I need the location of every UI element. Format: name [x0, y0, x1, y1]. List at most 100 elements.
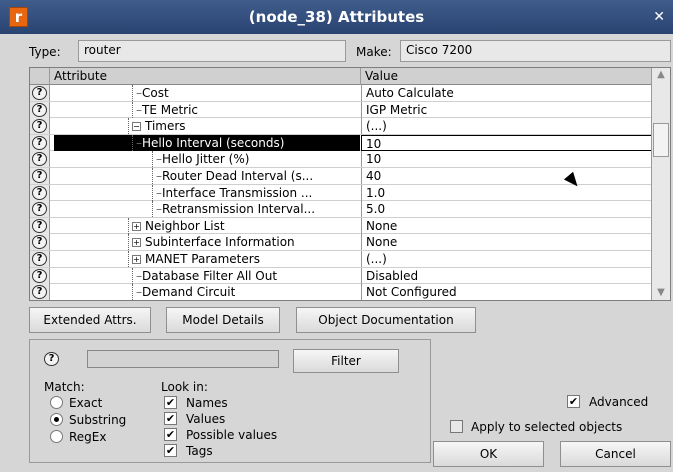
value-column-header[interactable]: Value	[361, 68, 652, 85]
attribute-value-cell[interactable]: None	[361, 217, 652, 234]
attribute-name: Cost	[142, 86, 169, 100]
help-icon[interactable]: ?	[32, 119, 47, 134]
attribute-name-cell[interactable]: –TE Metric	[136, 102, 198, 118]
attribute-value-cell[interactable]: Auto Calculate	[361, 85, 652, 101]
attribute-value-cell[interactable]: 1.0	[361, 184, 652, 201]
table-row[interactable]: ? –Demand Circuit Not Configured	[30, 284, 652, 300]
attribute-value-cell[interactable]: Disabled	[361, 267, 652, 284]
attribute-value-cell[interactable]: 10	[361, 134, 652, 151]
find-help-icon[interactable]: ?	[44, 352, 59, 366]
match-regex-radio[interactable]	[50, 430, 63, 443]
cancel-button[interactable]: Cancel	[560, 441, 671, 467]
apply-selected-checkbox[interactable]	[450, 420, 463, 433]
search-input[interactable]	[87, 350, 279, 368]
close-icon[interactable]: ✕	[653, 9, 665, 25]
tree-connector	[152, 151, 153, 168]
make-label: Make:	[356, 45, 392, 59]
attribute-name-cell[interactable]: − Timers	[132, 118, 186, 134]
attribute-name-cell[interactable]: –Router Dead Interval (s...	[156, 168, 313, 184]
collapse-icon[interactable]: −	[132, 122, 141, 132]
table-row[interactable]: ? –Hello Interval (seconds) 10	[30, 134, 652, 152]
scroll-thumb[interactable]	[653, 123, 669, 157]
help-icon[interactable]: ?	[32, 185, 47, 200]
table-row[interactable]: ? –Router Dead Interval (s... 40	[30, 168, 652, 185]
tree-connector	[132, 134, 133, 151]
look-in-possible-values-label[interactable]: Possible values	[186, 428, 277, 442]
expand-icon[interactable]: +	[132, 221, 141, 231]
look-in-possible-values-checkbox[interactable]: ✔	[164, 428, 177, 441]
attribute-name-cell[interactable]: + MANET Parameters	[132, 251, 260, 267]
attribute-name-cell[interactable]: –Hello Interval (seconds)	[136, 135, 284, 151]
expand-icon[interactable]: +	[132, 238, 141, 248]
help-icon[interactable]: ?	[32, 218, 47, 233]
attribute-value-cell[interactable]: IGP Metric	[361, 101, 652, 118]
attribute-name-cell[interactable]: –Database Filter All Out	[136, 268, 277, 284]
attribute-name-cell[interactable]: + Neighbor List	[132, 218, 225, 234]
expand-icon[interactable]: +	[132, 255, 141, 264]
match-exact-radio[interactable]	[50, 396, 63, 409]
row-help-cell: ?	[30, 101, 50, 118]
table-row[interactable]: ? − Timers (...)	[30, 118, 652, 135]
ok-button[interactable]: OK	[433, 441, 544, 467]
attribute-name-cell[interactable]: –Hello Jitter (%)	[156, 151, 249, 167]
look-in-names-label[interactable]: Names	[186, 396, 228, 410]
help-icon[interactable]: ?	[32, 235, 47, 250]
attribute-value-cell[interactable]: Not Configured	[361, 284, 652, 300]
table-row[interactable]: ? –TE Metric IGP Metric	[30, 101, 652, 119]
help-icon[interactable]: ?	[32, 285, 47, 300]
look-in-names-checkbox[interactable]: ✔	[164, 396, 177, 409]
scroll-down-icon[interactable]: ▼	[654, 287, 668, 299]
look-in-tags-label[interactable]: Tags	[186, 444, 213, 458]
row-help-cell: ?	[30, 251, 50, 267]
table-row[interactable]: ? + Neighbor List None	[30, 217, 652, 235]
attribute-name-cell[interactable]: + Subinterface Information	[132, 234, 295, 250]
help-icon[interactable]: ?	[32, 202, 47, 217]
table-row[interactable]: ? –Cost Auto Calculate	[30, 85, 652, 102]
match-exact-label[interactable]: Exact	[69, 396, 102, 410]
help-icon[interactable]: ?	[32, 102, 47, 117]
attribute-name-cell[interactable]: –Cost	[136, 85, 169, 101]
help-icon[interactable]: ?	[32, 135, 47, 150]
attribute-name-cell[interactable]: –Demand Circuit	[136, 284, 235, 300]
match-substring-radio[interactable]	[50, 413, 63, 426]
table-row[interactable]: ? + Subinterface Information None	[30, 234, 652, 251]
table-row[interactable]: ? –Hello Jitter (%) 10	[30, 151, 652, 168]
help-icon[interactable]: ?	[32, 86, 47, 100]
attribute-value-cell[interactable]: 10	[361, 151, 652, 168]
look-in-tags-checkbox[interactable]: ✔	[164, 444, 177, 457]
model-details-button[interactable]: Model Details	[166, 307, 280, 333]
attribute-value-cell[interactable]: 5.0	[361, 201, 652, 218]
match-regex-label[interactable]: RegEx	[69, 430, 106, 444]
attribute-value-cell[interactable]: 40	[361, 168, 652, 184]
help-icon[interactable]: ?	[32, 169, 47, 183]
advanced-checkbox[interactable]: ✔	[567, 395, 580, 408]
table-row[interactable]: ? –Interface Transmission ... 1.0	[30, 184, 652, 202]
attribute-name-cell[interactable]: –Interface Transmission ...	[156, 185, 312, 201]
tree-connector	[128, 118, 129, 135]
attribute-value-cell[interactable]: None	[361, 234, 652, 251]
attribute-name-cell[interactable]: –Retransmission Interval...	[156, 201, 315, 217]
attribute-name: MANET Parameters	[145, 252, 260, 266]
attribute-column-header[interactable]: Attribute	[50, 68, 361, 85]
attribute-value-cell[interactable]: (...)	[361, 118, 652, 135]
table-row[interactable]: ? + MANET Parameters (...)	[30, 251, 652, 268]
row-help-cell: ?	[30, 134, 50, 151]
row-help-cell: ?	[30, 234, 50, 251]
object-documentation-button[interactable]: Object Documentation	[296, 307, 476, 333]
help-icon[interactable]: ?	[32, 268, 47, 283]
extended-attrs-button[interactable]: Extended Attrs.	[29, 307, 151, 333]
apply-selected-label[interactable]: Apply to selected objects	[471, 420, 622, 434]
advanced-label[interactable]: Advanced	[589, 395, 648, 409]
filter-button[interactable]: Filter	[293, 349, 399, 373]
help-icon[interactable]: ?	[32, 152, 47, 167]
attribute-value-cell[interactable]: (...)	[361, 251, 652, 267]
look-in-values-checkbox[interactable]: ✔	[164, 412, 177, 425]
scroll-up-icon[interactable]: ▲	[654, 69, 668, 81]
help-icon[interactable]: ?	[32, 252, 47, 266]
table-row[interactable]: ? –Database Filter All Out Disabled	[30, 267, 652, 285]
tree-connector	[152, 184, 153, 201]
table-row[interactable]: ? –Retransmission Interval... 5.0	[30, 201, 652, 218]
match-substring-label[interactable]: Substring	[69, 413, 126, 427]
vertical-scrollbar[interactable]: ▲ ▼	[651, 68, 670, 300]
look-in-values-label[interactable]: Values	[186, 412, 225, 426]
